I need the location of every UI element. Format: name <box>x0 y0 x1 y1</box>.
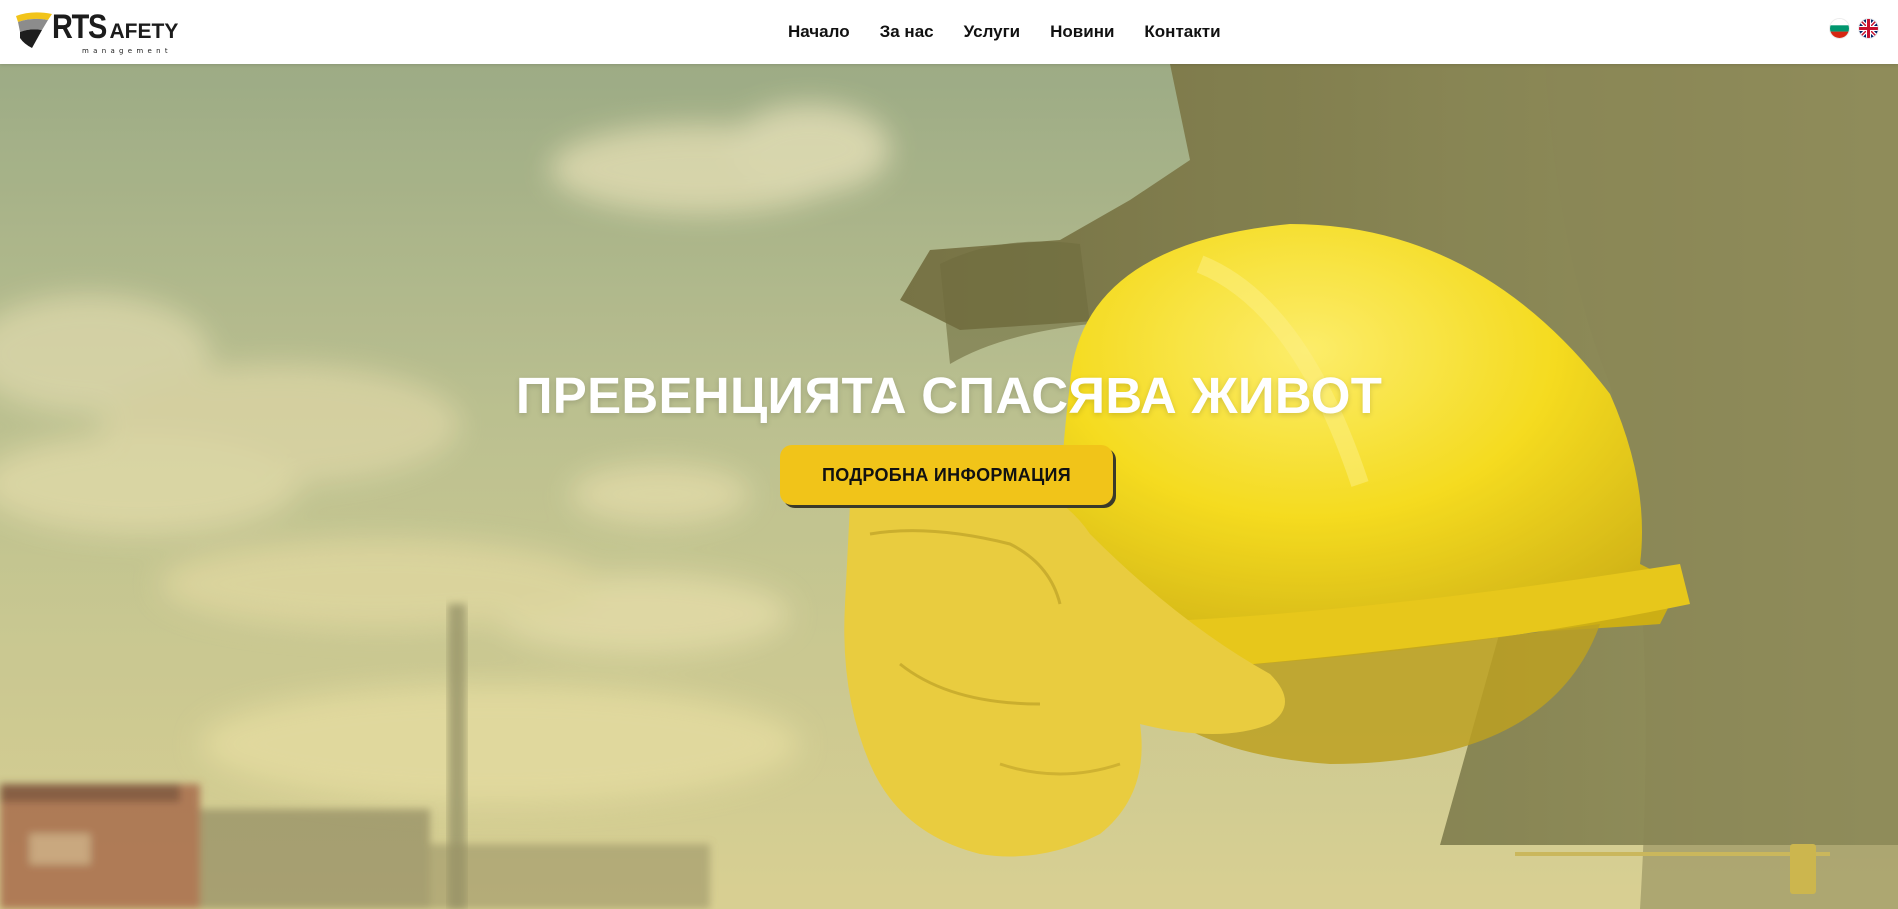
site-logo[interactable]: RTS AFETY management <box>12 8 178 55</box>
logo-wordmark: RTS AFETY <box>52 10 178 44</box>
site-header: RTS AFETY management Начало За нас Услуги… <box>0 0 1898 64</box>
more-info-button[interactable]: ПОДРОБНА ИНФОРМАЦИЯ <box>780 445 1113 505</box>
nav-item-services[interactable]: Услуги <box>964 20 1021 44</box>
nav-item-about[interactable]: За нас <box>880 20 934 44</box>
uk-flag-icon[interactable] <box>1859 19 1878 38</box>
main-nav: Начало За нас Услуги Новини Контакти <box>788 20 1221 44</box>
logo-rts: RTS <box>52 8 107 46</box>
logo-tagline: management <box>82 47 172 55</box>
hero-title: ПРЕВЕНЦИЯТА СПАСЯВА ЖИВОТ <box>515 367 1383 424</box>
nav-item-home[interactable]: Начало <box>788 20 850 44</box>
hero-section: ПРЕВЕНЦИЯТА СПАСЯВА ЖИВОТ ПОДРОБНА ИНФОР… <box>0 64 1898 909</box>
language-switcher <box>1830 19 1878 38</box>
bulgaria-flag-icon[interactable] <box>1830 19 1849 38</box>
nav-item-contacts[interactable]: Контакти <box>1144 20 1220 44</box>
nav-item-news[interactable]: Новини <box>1050 20 1114 44</box>
logo-afety: AFETY <box>109 20 179 43</box>
